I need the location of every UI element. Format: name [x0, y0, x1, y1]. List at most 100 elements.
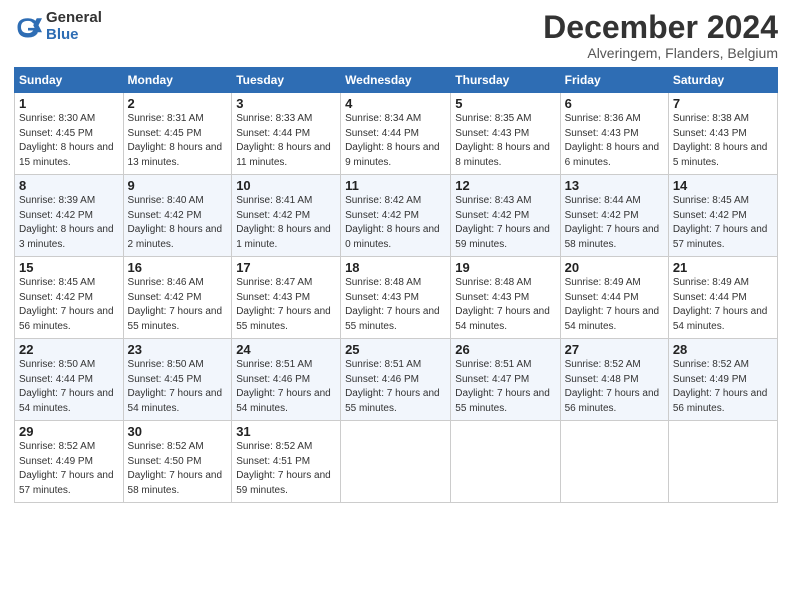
day-number: 18: [345, 260, 446, 275]
day-info: Sunrise: 8:51 AMSunset: 4:46 PMDaylight:…: [236, 359, 331, 414]
day-info: Sunrise: 8:50 AMSunset: 4:45 PMDaylight:…: [128, 359, 223, 414]
logo-text: General Blue: [46, 10, 102, 43]
day-number: 23: [128, 342, 228, 357]
day-info: Sunrise: 8:34 AMSunset: 4:44 PMDaylight:…: [345, 113, 440, 168]
calendar-table: Sunday Monday Tuesday Wednesday Thursday…: [14, 67, 778, 503]
day-info: Sunrise: 8:52 AMSunset: 4:48 PMDaylight:…: [565, 359, 660, 414]
day-number: 25: [345, 342, 446, 357]
table-row: 15 Sunrise: 8:45 AMSunset: 4:42 PMDaylig…: [15, 257, 124, 339]
day-number: 15: [19, 260, 119, 275]
col-wednesday: Wednesday: [341, 68, 451, 93]
day-number: 28: [673, 342, 773, 357]
day-number: 30: [128, 424, 228, 439]
day-info: Sunrise: 8:51 AMSunset: 4:46 PMDaylight:…: [345, 359, 440, 414]
col-sunday: Sunday: [15, 68, 124, 93]
col-monday: Monday: [123, 68, 232, 93]
table-row: [668, 421, 777, 503]
title-block: December 2024 Alveringem, Flanders, Belg…: [543, 10, 778, 61]
day-number: 31: [236, 424, 336, 439]
day-number: 4: [345, 96, 446, 111]
table-row: 25 Sunrise: 8:51 AMSunset: 4:46 PMDaylig…: [341, 339, 451, 421]
day-number: 29: [19, 424, 119, 439]
month-title: December 2024: [543, 10, 778, 45]
logo-icon: [14, 13, 42, 41]
day-info: Sunrise: 8:43 AMSunset: 4:42 PMDaylight:…: [455, 195, 550, 250]
day-number: 17: [236, 260, 336, 275]
calendar-week-4: 22 Sunrise: 8:50 AMSunset: 4:44 PMDaylig…: [15, 339, 778, 421]
day-number: 22: [19, 342, 119, 357]
table-row: 18 Sunrise: 8:48 AMSunset: 4:43 PMDaylig…: [341, 257, 451, 339]
table-row: 30 Sunrise: 8:52 AMSunset: 4:50 PMDaylig…: [123, 421, 232, 503]
day-number: 6: [565, 96, 664, 111]
day-number: 9: [128, 178, 228, 193]
day-info: Sunrise: 8:52 AMSunset: 4:50 PMDaylight:…: [128, 441, 223, 496]
day-info: Sunrise: 8:47 AMSunset: 4:43 PMDaylight:…: [236, 277, 331, 332]
col-tuesday: Tuesday: [232, 68, 341, 93]
calendar-week-5: 29 Sunrise: 8:52 AMSunset: 4:49 PMDaylig…: [15, 421, 778, 503]
day-info: Sunrise: 8:35 AMSunset: 4:43 PMDaylight:…: [455, 113, 550, 168]
table-row: [341, 421, 451, 503]
col-thursday: Thursday: [451, 68, 560, 93]
table-row: 2 Sunrise: 8:31 AMSunset: 4:45 PMDayligh…: [123, 93, 232, 175]
table-row: [560, 421, 668, 503]
day-info: Sunrise: 8:33 AMSunset: 4:44 PMDaylight:…: [236, 113, 331, 168]
day-number: 16: [128, 260, 228, 275]
table-row: 27 Sunrise: 8:52 AMSunset: 4:48 PMDaylig…: [560, 339, 668, 421]
table-row: 20 Sunrise: 8:49 AMSunset: 4:44 PMDaylig…: [560, 257, 668, 339]
day-info: Sunrise: 8:45 AMSunset: 4:42 PMDaylight:…: [673, 195, 768, 250]
day-info: Sunrise: 8:38 AMSunset: 4:43 PMDaylight:…: [673, 113, 768, 168]
day-number: 20: [565, 260, 664, 275]
table-row: 19 Sunrise: 8:48 AMSunset: 4:43 PMDaylig…: [451, 257, 560, 339]
table-row: 22 Sunrise: 8:50 AMSunset: 4:44 PMDaylig…: [15, 339, 124, 421]
table-row: 29 Sunrise: 8:52 AMSunset: 4:49 PMDaylig…: [15, 421, 124, 503]
day-number: 1: [19, 96, 119, 111]
day-number: 14: [673, 178, 773, 193]
table-row: 9 Sunrise: 8:40 AMSunset: 4:42 PMDayligh…: [123, 175, 232, 257]
table-row: 16 Sunrise: 8:46 AMSunset: 4:42 PMDaylig…: [123, 257, 232, 339]
day-number: 10: [236, 178, 336, 193]
table-row: 26 Sunrise: 8:51 AMSunset: 4:47 PMDaylig…: [451, 339, 560, 421]
header-row: Sunday Monday Tuesday Wednesday Thursday…: [15, 68, 778, 93]
table-row: 13 Sunrise: 8:44 AMSunset: 4:42 PMDaylig…: [560, 175, 668, 257]
table-row: 28 Sunrise: 8:52 AMSunset: 4:49 PMDaylig…: [668, 339, 777, 421]
logo: General Blue: [14, 10, 102, 43]
day-info: Sunrise: 8:41 AMSunset: 4:42 PMDaylight:…: [236, 195, 331, 250]
day-number: 21: [673, 260, 773, 275]
table-row: [451, 421, 560, 503]
day-info: Sunrise: 8:36 AMSunset: 4:43 PMDaylight:…: [565, 113, 660, 168]
day-info: Sunrise: 8:45 AMSunset: 4:42 PMDaylight:…: [19, 277, 114, 332]
table-row: 11 Sunrise: 8:42 AMSunset: 4:42 PMDaylig…: [341, 175, 451, 257]
table-row: 7 Sunrise: 8:38 AMSunset: 4:43 PMDayligh…: [668, 93, 777, 175]
calendar-week-3: 15 Sunrise: 8:45 AMSunset: 4:42 PMDaylig…: [15, 257, 778, 339]
calendar-week-2: 8 Sunrise: 8:39 AMSunset: 4:42 PMDayligh…: [15, 175, 778, 257]
table-row: 24 Sunrise: 8:51 AMSunset: 4:46 PMDaylig…: [232, 339, 341, 421]
header: General Blue December 2024 Alveringem, F…: [14, 10, 778, 61]
table-row: 8 Sunrise: 8:39 AMSunset: 4:42 PMDayligh…: [15, 175, 124, 257]
table-row: 3 Sunrise: 8:33 AMSunset: 4:44 PMDayligh…: [232, 93, 341, 175]
day-info: Sunrise: 8:52 AMSunset: 4:49 PMDaylight:…: [673, 359, 768, 414]
day-info: Sunrise: 8:48 AMSunset: 4:43 PMDaylight:…: [455, 277, 550, 332]
day-info: Sunrise: 8:30 AMSunset: 4:45 PMDaylight:…: [19, 113, 114, 168]
day-info: Sunrise: 8:52 AMSunset: 4:51 PMDaylight:…: [236, 441, 331, 496]
table-row: 1 Sunrise: 8:30 AMSunset: 4:45 PMDayligh…: [15, 93, 124, 175]
table-row: 12 Sunrise: 8:43 AMSunset: 4:42 PMDaylig…: [451, 175, 560, 257]
day-number: 11: [345, 178, 446, 193]
day-info: Sunrise: 8:39 AMSunset: 4:42 PMDaylight:…: [19, 195, 114, 250]
day-number: 27: [565, 342, 664, 357]
day-info: Sunrise: 8:49 AMSunset: 4:44 PMDaylight:…: [673, 277, 768, 332]
main-container: General Blue December 2024 Alveringem, F…: [0, 0, 792, 612]
table-row: 23 Sunrise: 8:50 AMSunset: 4:45 PMDaylig…: [123, 339, 232, 421]
table-row: 17 Sunrise: 8:47 AMSunset: 4:43 PMDaylig…: [232, 257, 341, 339]
table-row: 14 Sunrise: 8:45 AMSunset: 4:42 PMDaylig…: [668, 175, 777, 257]
calendar-week-1: 1 Sunrise: 8:30 AMSunset: 4:45 PMDayligh…: [15, 93, 778, 175]
day-info: Sunrise: 8:46 AMSunset: 4:42 PMDaylight:…: [128, 277, 223, 332]
table-row: 6 Sunrise: 8:36 AMSunset: 4:43 PMDayligh…: [560, 93, 668, 175]
day-number: 5: [455, 96, 555, 111]
day-info: Sunrise: 8:40 AMSunset: 4:42 PMDaylight:…: [128, 195, 223, 250]
day-number: 26: [455, 342, 555, 357]
day-info: Sunrise: 8:51 AMSunset: 4:47 PMDaylight:…: [455, 359, 550, 414]
day-number: 8: [19, 178, 119, 193]
day-info: Sunrise: 8:52 AMSunset: 4:49 PMDaylight:…: [19, 441, 114, 496]
table-row: 21 Sunrise: 8:49 AMSunset: 4:44 PMDaylig…: [668, 257, 777, 339]
day-info: Sunrise: 8:44 AMSunset: 4:42 PMDaylight:…: [565, 195, 660, 250]
